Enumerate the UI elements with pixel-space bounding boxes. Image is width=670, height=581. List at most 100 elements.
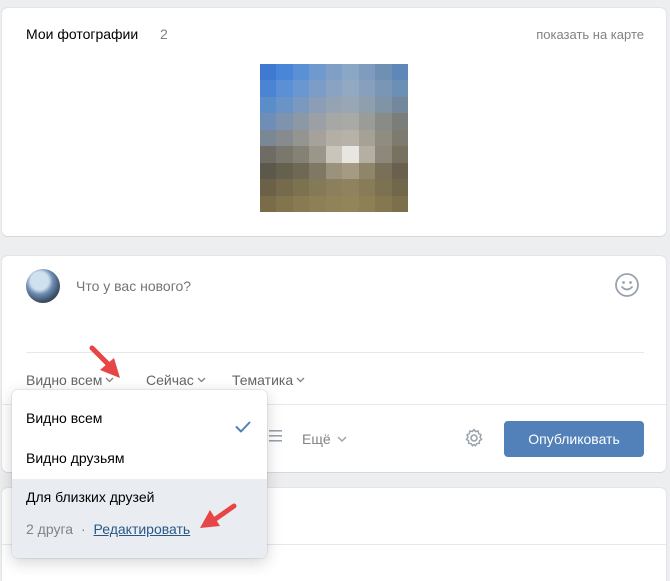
photo-pixel — [260, 64, 277, 81]
photo-pixel — [309, 113, 326, 130]
photo-pixel — [391, 195, 408, 212]
photo-pixel — [260, 113, 277, 130]
photo-pixel — [375, 162, 392, 180]
show-on-map-link[interactable]: показать на карте — [536, 27, 644, 42]
photo-pixel — [375, 96, 392, 114]
photo-pixel — [391, 113, 408, 130]
photo-pixel — [260, 146, 277, 163]
photo-pixel — [276, 64, 293, 81]
photo-pixel — [292, 162, 310, 180]
photo-pixel — [276, 195, 293, 212]
photos-card: Мои фотографии 2 показать на карте — [2, 8, 666, 236]
photo-pixel — [260, 195, 277, 212]
photos-title[interactable]: Мои фотографии — [26, 26, 138, 42]
photo-pixel — [292, 96, 310, 114]
option-label: Видно всем — [26, 410, 103, 426]
photo-pixel — [292, 179, 310, 196]
photo-pixel — [276, 96, 293, 114]
photo-pixel — [292, 80, 310, 97]
photo-pixel — [342, 195, 359, 212]
photo-pixel — [292, 64, 310, 81]
photo-pixel — [325, 64, 343, 81]
photo-pixel — [375, 113, 392, 130]
photo-pixel — [375, 179, 392, 196]
separator: · — [80, 521, 86, 537]
photo-pixel — [309, 129, 326, 147]
photo-pixel — [358, 96, 376, 114]
photo-pixel — [325, 96, 343, 114]
photo-pixel — [375, 195, 392, 212]
photo-pixel — [325, 146, 343, 163]
photo-pixel — [391, 80, 408, 97]
photo-pixel — [309, 195, 326, 212]
photo-pixel — [309, 179, 326, 196]
photo-pixel — [276, 129, 293, 147]
topic-selector[interactable]: Тематика — [232, 372, 305, 388]
photo-pixel — [342, 146, 359, 163]
photo-pixel — [276, 80, 293, 97]
photo-pixel — [325, 129, 343, 147]
publish-button[interactable]: Опубликовать — [504, 421, 644, 457]
chevron-down-icon — [197, 377, 206, 383]
edit-close-friends-link[interactable]: Редактировать — [94, 521, 191, 537]
photo-pixel — [358, 129, 376, 147]
photo-pixel — [325, 162, 343, 180]
photo-pixel — [325, 80, 343, 97]
time-selector[interactable]: Сейчас — [146, 372, 206, 388]
chevron-down-icon — [296, 377, 305, 383]
photo-pixel — [358, 195, 376, 212]
photo-pixel — [391, 146, 408, 163]
visibility-option-friends[interactable]: Видно друзьям — [12, 440, 267, 476]
photo-pixel — [375, 146, 392, 163]
photo-pixel — [309, 146, 326, 163]
photo-pixel — [358, 64, 376, 81]
photo-pixel — [358, 162, 376, 180]
photo-pixel — [309, 64, 326, 81]
photo-pixel — [375, 64, 392, 81]
photo-pixel — [292, 113, 310, 130]
smile-icon[interactable] — [614, 272, 640, 298]
photo-pixel — [342, 179, 359, 196]
more-button[interactable]: Ещё — [302, 431, 347, 447]
photo-pixel — [391, 96, 408, 114]
photo-pixel — [375, 80, 392, 97]
photo-pixel — [391, 64, 408, 81]
photo-pixel — [276, 162, 293, 180]
photo-pixel — [260, 179, 277, 196]
photo-pixel — [358, 80, 376, 97]
photo-pixel — [309, 80, 326, 97]
chevron-down-icon — [337, 436, 347, 442]
avatar[interactable] — [26, 269, 60, 303]
arrow-pointer-icon — [89, 345, 120, 378]
close-friends-info: 2 друга · Редактировать — [26, 521, 190, 537]
photo-pixel — [342, 113, 359, 130]
photo-pixel — [358, 146, 376, 163]
photo-pixel — [391, 162, 408, 180]
photo-pixel — [342, 96, 359, 114]
option-label: Для близких друзей — [26, 489, 155, 505]
photo-pixel — [292, 129, 310, 147]
photo-pixel — [358, 179, 376, 196]
photo-pixel — [342, 64, 359, 81]
photo-pixel — [342, 129, 359, 147]
option-label: Видно друзьям — [26, 450, 125, 466]
photo-pixel — [325, 179, 343, 196]
topic-label: Тематика — [232, 372, 294, 388]
photo-pixel — [260, 162, 277, 180]
check-icon — [235, 421, 251, 433]
photo-pixel — [342, 162, 359, 180]
close-friends-count: 2 друга — [26, 521, 74, 537]
more-label: Ещё — [302, 431, 331, 447]
photo-pixel — [260, 129, 277, 147]
photo-pixel — [292, 146, 310, 163]
photo-pixel — [292, 195, 310, 212]
photo-pixel — [309, 96, 326, 114]
photo-pixel — [375, 129, 392, 147]
time-label: Сейчас — [146, 372, 194, 388]
visibility-option-all[interactable]: Видно всем — [12, 400, 267, 436]
gear-icon[interactable] — [464, 428, 484, 448]
photo-pixel — [391, 129, 408, 147]
photo-thumbnail[interactable] — [260, 64, 408, 212]
post-input[interactable] — [76, 278, 576, 294]
photo-pixel — [276, 179, 293, 196]
